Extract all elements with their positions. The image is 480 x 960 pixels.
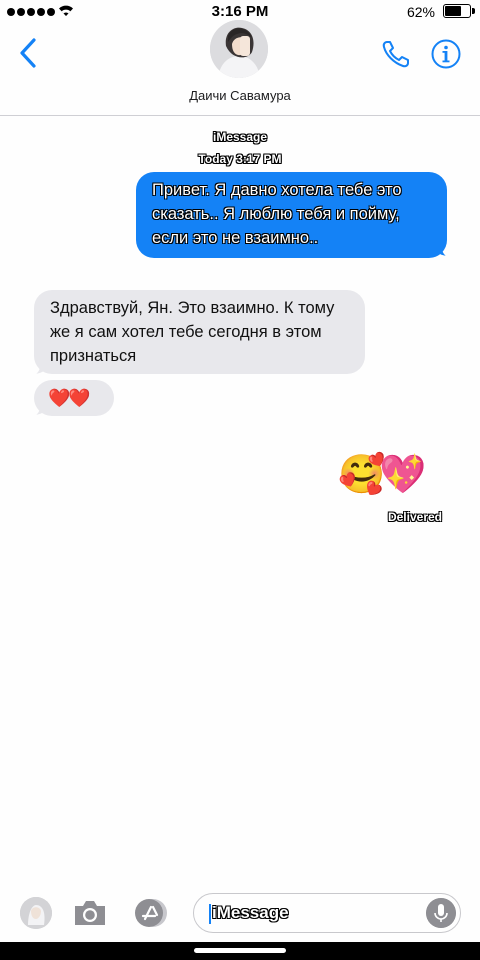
outgoing-message[interactable]: Привет. Я давно хотела тебе это сказать.… bbox=[136, 172, 447, 258]
message-timestamp: Today 3:17 PM bbox=[198, 152, 282, 166]
microphone-icon[interactable] bbox=[426, 898, 456, 928]
home-bar bbox=[0, 942, 480, 960]
app-store-icon[interactable] bbox=[132, 897, 172, 929]
home-indicator[interactable] bbox=[194, 948, 286, 953]
incoming-heart-message[interactable]: ❤️❤️ bbox=[34, 380, 114, 416]
battery-percent: 62% bbox=[406, 4, 435, 20]
contact-avatar[interactable] bbox=[210, 20, 268, 78]
contact-avatar[interactable] bbox=[20, 897, 52, 929]
delivered-status: Delivered bbox=[387, 510, 442, 524]
text-caret bbox=[209, 904, 211, 924]
message-input-placeholder: iMessage bbox=[212, 903, 289, 922]
phone-icon[interactable] bbox=[380, 38, 412, 70]
camera-icon[interactable] bbox=[72, 897, 108, 929]
outgoing-emoji-message[interactable]: 🥰💖 bbox=[338, 452, 427, 498]
conversation-header: 3:16 PM 62% Даичи Савамура bbox=[0, 0, 480, 116]
service-label: iMessage bbox=[212, 130, 268, 144]
incoming-message[interactable]: Здравствуй, Ян. Это взаимно. К тому же я… bbox=[34, 290, 365, 374]
info-icon[interactable] bbox=[430, 38, 462, 70]
battery-icon bbox=[443, 4, 475, 18]
back-chevron-icon[interactable] bbox=[14, 36, 44, 70]
contact-name[interactable]: Даичи Савамура bbox=[0, 88, 480, 103]
message-input[interactable]: iMessage bbox=[193, 893, 461, 933]
